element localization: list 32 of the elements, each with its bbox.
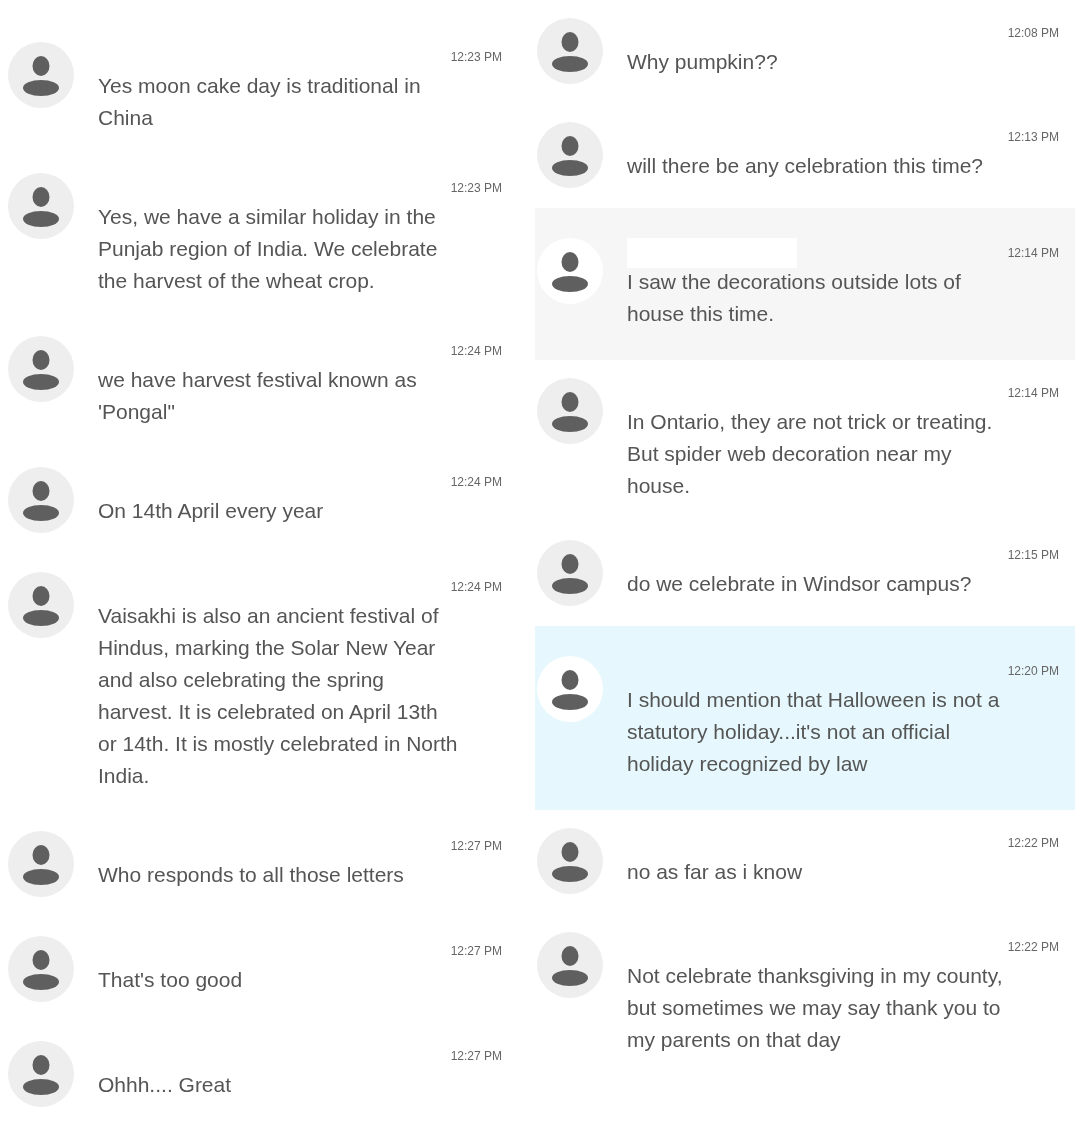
message-text: will there be any celebration this time?	[627, 153, 984, 179]
message-time: 12:14 PM	[1007, 245, 1059, 262]
message-text: Vaisakhi is also an ancient festival of Hindus, marking the Solar New Year and also celebrating the spring harvest. It is celebrated on April 13th or 14th. It is mostly celebrated in North India.	[98, 603, 459, 789]
message-text: That's too good	[98, 967, 244, 993]
message-text: On 14th April every year	[98, 498, 325, 524]
message-text: no as far as i know	[627, 859, 804, 885]
message-time: 12:08 PM	[1007, 25, 1059, 42]
message-time: 12:22 PM	[1007, 835, 1059, 852]
message-time: 12:27 PM	[450, 1048, 502, 1065]
message-text: Why pumpkin??	[627, 49, 779, 75]
message-time: 12:27 PM	[450, 943, 502, 960]
message-time: 12:14 PM	[1007, 385, 1059, 402]
message-text: I should mention that Halloween is not a statutory holiday...it's not an official holiday recognized by law	[627, 687, 1001, 777]
message-text: In Ontario, they are not trick or treating. But spider web decoration near my house.	[627, 409, 994, 499]
message-text: Not celebrate thanksgiving in my county, but sometimes we may say thank you to my parents on that day	[627, 963, 1004, 1053]
message-text: do we celebrate in Windsor campus?	[627, 571, 973, 597]
message-time: 12:13 PM	[1007, 129, 1059, 146]
message-time: 12:24 PM	[450, 474, 502, 491]
message-time: 12:27 PM	[450, 838, 502, 855]
message-time: 12:20 PM	[1007, 663, 1059, 680]
message-text: we have harvest festival known as 'Pongal"	[98, 367, 418, 425]
message-time: 12:15 PM	[1007, 547, 1059, 564]
message-text: Yes, we have a similar holiday in the Punjab region of India. We celebrate the harvest of the wheat crop.	[98, 204, 439, 294]
message-time: 12:22 PM	[1007, 939, 1059, 956]
message-text: Who responds to all those letters	[98, 862, 405, 888]
message-time: 12:24 PM	[450, 343, 502, 360]
message-time: 12:24 PM	[450, 579, 502, 596]
message-text: Ohhh.... Great	[98, 1072, 233, 1098]
message-text: I saw the decorations outside lots of house this time.	[627, 269, 962, 327]
message-time: 12:23 PM	[450, 49, 502, 66]
message-text: Yes moon cake day is traditional in China	[98, 73, 422, 131]
message-time: 12:23 PM	[450, 180, 502, 197]
